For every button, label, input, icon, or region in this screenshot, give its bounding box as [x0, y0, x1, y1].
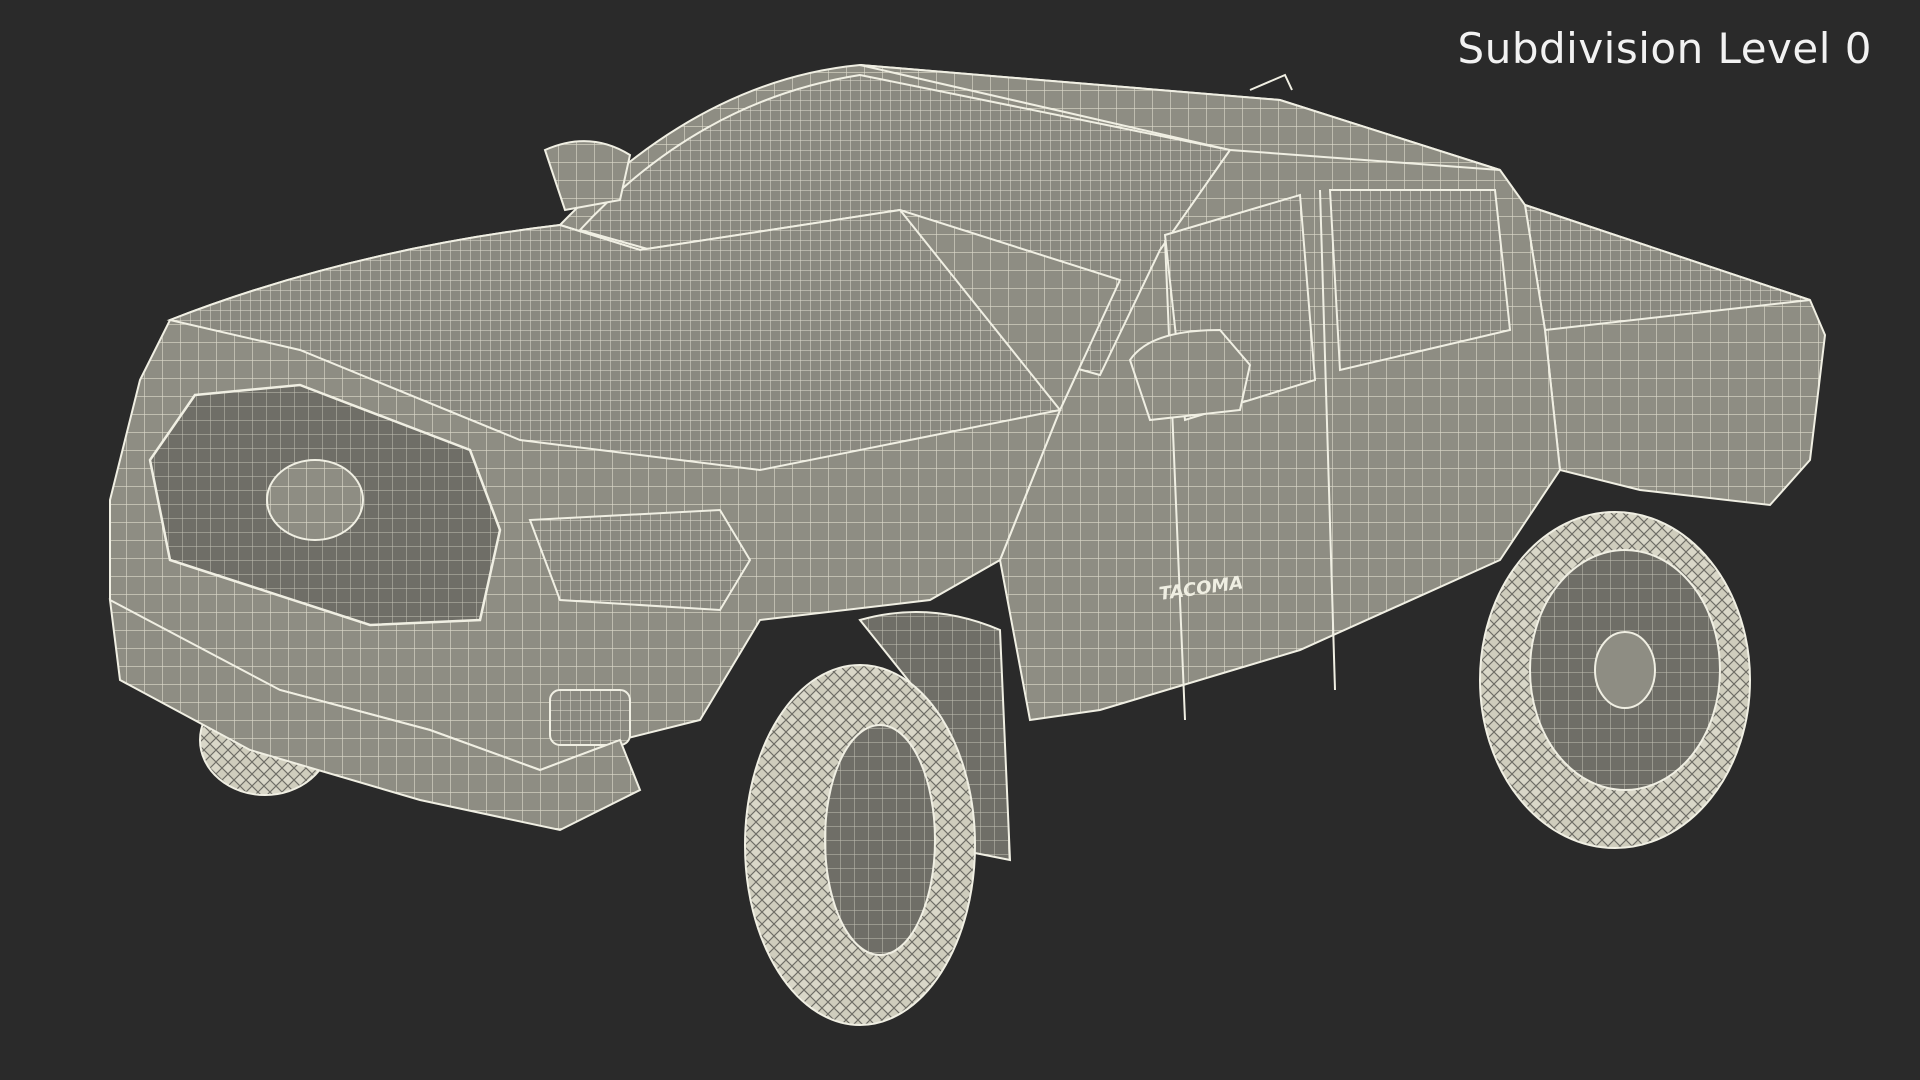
truck-wireframe-model: TACOMA — [108, 63, 1827, 1026]
front-right-wheel — [744, 664, 976, 1026]
subdivision-level-label: Subdivision Level 0 — [1457, 24, 1872, 73]
truck-front — [108, 140, 1122, 862]
truck-bed — [1523, 203, 1827, 507]
3d-viewport[interactable]: TACOMA Subdivision Level 0 — [0, 0, 1920, 1080]
rear-wheel — [1479, 511, 1751, 849]
